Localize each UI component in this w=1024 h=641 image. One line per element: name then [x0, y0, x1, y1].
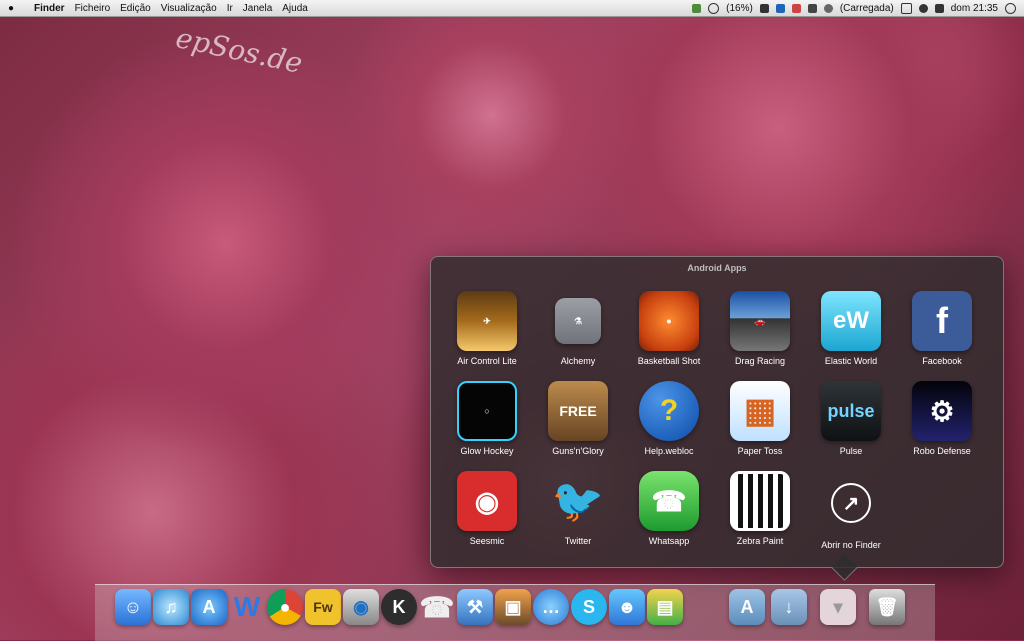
app-drag-racing[interactable]: 🚗 Drag Racing — [718, 291, 802, 366]
app-label: Abrir no Finder — [821, 540, 881, 550]
chrome-icon[interactable]: ● — [267, 589, 303, 625]
watermark: epSos.de — [172, 21, 306, 80]
stack-popover: Android Apps ✈ Air Control Lite ⚗ Alchem… — [430, 256, 1004, 568]
menu-ajuda[interactable]: Ajuda — [282, 3, 308, 14]
k-icon[interactable]: K — [381, 589, 417, 625]
battery-state: (Carregada) — [839, 2, 894, 14]
app-label: Elastic World — [824, 356, 878, 366]
battery-percent: (16%) — [726, 2, 753, 14]
clock-text[interactable]: dom 21:35 — [951, 3, 998, 14]
app-abrir-no-finder[interactable]: ↗ Abrir no Finder — [809, 471, 893, 550]
leaf-icon[interactable] — [692, 3, 702, 13]
app-twitter[interactable]: 🐦 Twitter — [536, 471, 620, 547]
app-glow-hockey[interactable]: ○ Glow Hockey — [445, 381, 529, 456]
flask-icon: ⚗ — [555, 298, 601, 344]
volume-icon[interactable] — [918, 3, 928, 13]
app-facebook[interactable]: f Facebook — [900, 291, 984, 366]
finder-icon[interactable]: ☺ — [115, 589, 151, 625]
phone-handset-icon[interactable]: ☎ — [419, 589, 455, 625]
camera-icon[interactable]: ◉ — [343, 589, 379, 625]
android-apps-folder-icon[interactable]: ▾ — [820, 589, 856, 625]
app-label: Seesmic — [469, 536, 505, 546]
itunes-icon[interactable]: ♫ — [153, 589, 189, 625]
apple-icon[interactable]: ● — [8, 3, 22, 14]
app-seesmic[interactable]: ◉ Seesmic — [445, 471, 529, 546]
app-label: Whatsapp — [648, 536, 690, 546]
app-label: Guns'n'Glory — [552, 446, 604, 456]
app-label: Help.webloc — [644, 446, 694, 456]
app-label: Pulse — [839, 446, 863, 456]
bird-icon: 🐦 — [551, 476, 605, 524]
downloads-folder-icon[interactable]: ↓ — [771, 589, 807, 625]
phone-chat-icon: ☎ — [639, 471, 699, 531]
signal-icon[interactable] — [791, 3, 801, 13]
hockey-table-icon: ○ — [457, 381, 517, 441]
applications-folder-icon[interactable]: A — [729, 589, 765, 625]
app-label: Air Control Lite — [457, 356, 517, 366]
app-alchemy[interactable]: ⚗ Alchemy — [536, 291, 620, 366]
raccoon-icon: ◉ — [457, 471, 517, 531]
fireworks-icon[interactable]: Fw — [305, 589, 341, 625]
menu-edicao[interactable]: Edição — [120, 3, 151, 14]
app-basketball-shot[interactable]: ● Basketball Shot — [627, 291, 711, 366]
facebook-icon: f — [912, 291, 972, 351]
app-label: Facebook — [922, 356, 962, 366]
app-label: Alchemy — [560, 356, 596, 366]
bluetooth-icon[interactable] — [807, 3, 817, 13]
menu-visualizacao[interactable]: Visualização — [161, 3, 217, 14]
app-air-control-lite[interactable]: ✈ Air Control Lite — [445, 291, 529, 366]
popover-title: Android Apps — [687, 263, 747, 273]
app-pulse[interactable]: pulse Pulse — [809, 381, 893, 456]
app-help-webloc[interactable]: ? Help.webloc — [627, 381, 711, 456]
trash-bin-icon: ▦ — [730, 381, 790, 441]
app-paper-toss[interactable]: ▦ Paper Toss — [718, 381, 802, 456]
pulse-icon: pulse — [821, 381, 881, 441]
menu-ficheiro[interactable]: Ficheiro — [75, 3, 111, 14]
user-icon[interactable] — [934, 3, 944, 13]
battery-icon[interactable] — [900, 2, 912, 14]
arrow-circle-icon: ↗ — [831, 483, 871, 523]
cowboy-icon: FREE — [548, 381, 608, 441]
wifi-icon[interactable] — [823, 3, 833, 13]
app-label: Paper Toss — [737, 446, 783, 456]
stack-icon[interactable]: ▤ — [647, 589, 683, 625]
airplane-icon: ✈ — [457, 291, 517, 351]
menu-janela[interactable]: Janela — [243, 3, 272, 14]
dock: ☺ ♫ A W ● Fw ◉ K ☎ ⚒ ▣ … S ☻ ▤ A ↓ ▾ 🗑 — [95, 584, 935, 641]
app-zebra-paint[interactable]: Zebra Paint — [718, 471, 802, 546]
basketball-icon: ● — [639, 291, 699, 351]
elastic-world-icon: eW — [821, 291, 881, 351]
menu-finder[interactable]: Finder — [34, 3, 65, 14]
menu-bar: ● Finder Ficheiro Edição Visualização Ir… — [0, 0, 1024, 17]
chat-bubble-icon[interactable]: … — [533, 589, 569, 625]
photo-icon[interactable]: ▣ — [495, 589, 531, 625]
app-label: Glow Hockey — [460, 446, 514, 456]
app-robo-defense[interactable]: ⚙ Robo Defense — [900, 381, 984, 456]
app-whatsapp[interactable]: ☎ Whatsapp — [627, 471, 711, 546]
clock-icon[interactable] — [708, 2, 720, 14]
app-guns-n-glory[interactable]: FREE Guns'n'Glory — [536, 381, 620, 456]
app-elastic-world[interactable]: eW Elastic World — [809, 291, 893, 366]
app-label: Drag Racing — [734, 356, 786, 366]
app-label: Zebra Paint — [736, 536, 784, 546]
dropbox-icon[interactable] — [775, 3, 785, 13]
xcode-icon[interactable]: ⚒ — [457, 589, 493, 625]
trash-icon[interactable]: 🗑 — [869, 589, 905, 625]
spotlight-search-icon[interactable] — [1005, 2, 1016, 14]
skype-icon[interactable]: S — [571, 589, 607, 625]
zebra-icon — [730, 471, 790, 531]
status-area: (16%) (Carregada) dom 21:35 — [692, 2, 1024, 14]
race-car-icon: 🚗 — [730, 291, 790, 351]
messenger-icon[interactable]: ☻ — [609, 589, 645, 625]
app-store-icon[interactable]: A — [191, 589, 227, 625]
word-icon[interactable]: W — [229, 589, 265, 625]
app-label: Basketball Shot — [637, 356, 701, 366]
app-label: Twitter — [564, 536, 592, 546]
message-icon[interactable] — [759, 3, 769, 13]
help-question-icon: ? — [639, 381, 699, 441]
app-label: Robo Defense — [913, 446, 971, 456]
menu-ir[interactable]: Ir — [227, 3, 233, 14]
robot-turret-icon: ⚙ — [912, 381, 972, 441]
